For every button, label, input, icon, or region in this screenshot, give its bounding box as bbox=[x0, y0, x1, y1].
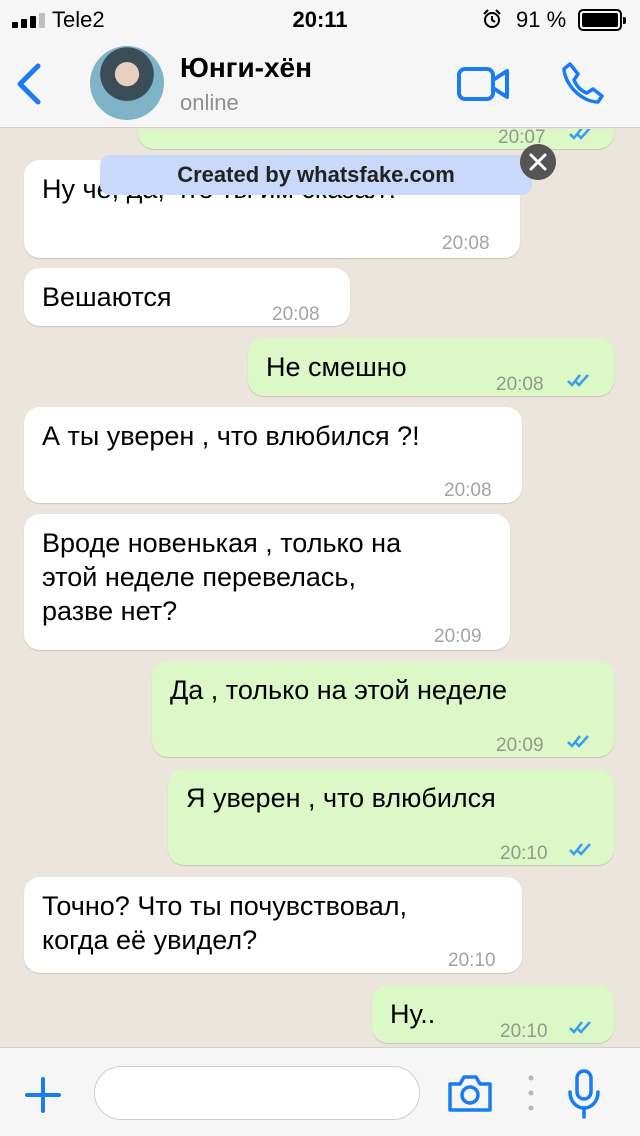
contact-avatar[interactable] bbox=[90, 46, 164, 120]
message-bubble-outgoing[interactable]: Ну.. 20:10 bbox=[372, 985, 614, 1043]
message-bubble-incoming[interactable]: А ты уверен , что влюбился ?! 20:08 bbox=[24, 407, 522, 503]
message-time: 20:10 bbox=[448, 950, 496, 971]
more-dots-icon bbox=[528, 1075, 534, 1111]
alarm-icon bbox=[483, 9, 501, 28]
message-input-bar bbox=[0, 1047, 640, 1136]
message-text: Я уверен , что влюбился bbox=[186, 783, 496, 813]
message-time: 20:10 bbox=[500, 843, 548, 864]
message-time: 20:08 bbox=[496, 374, 544, 395]
message-text: Точно? Что ты почувствовал, когда её уви… bbox=[42, 891, 408, 955]
message-time: 20:10 bbox=[500, 1021, 548, 1042]
microphone-icon[interactable] bbox=[566, 1068, 602, 1120]
message-input[interactable] bbox=[94, 1066, 420, 1120]
status-bar: Tele2 20:11 91 % bbox=[0, 0, 640, 40]
chat-messages[interactable]: 20:07 Ну че, да, что ты им сказал? 20:08… bbox=[0, 129, 640, 1047]
close-icon[interactable] bbox=[520, 144, 556, 180]
message-bubble-outgoing[interactable]: Не смешно 20:08 bbox=[248, 338, 614, 396]
message-text: Да , только на этой неделе bbox=[170, 675, 507, 705]
message-bubble-outgoing[interactable]: Я уверен , что влюбился 20:10 bbox=[168, 769, 614, 865]
message-text: Вроде новенькая , только на этой неделе … bbox=[42, 528, 402, 626]
message-text: Вешаются bbox=[42, 282, 172, 312]
message-time: 20:09 bbox=[496, 735, 544, 756]
back-icon[interactable] bbox=[14, 62, 44, 106]
read-ticks-icon bbox=[569, 1021, 591, 1034]
read-ticks-icon bbox=[569, 843, 591, 856]
message-text: А ты уверен , что влюбился ?! bbox=[42, 421, 420, 451]
read-ticks-icon bbox=[567, 735, 589, 748]
message-time: 20:08 bbox=[442, 233, 490, 254]
message-bubble-incoming[interactable]: Вроде новенькая , только на этой неделе … bbox=[24, 514, 510, 650]
watermark-banner: Created by whatsfake.com bbox=[100, 155, 532, 195]
message-bubble-incoming[interactable]: Вешаются 20:08 bbox=[24, 268, 350, 326]
read-ticks-icon bbox=[569, 129, 591, 140]
message-time: 20:08 bbox=[444, 480, 492, 501]
contact-name[interactable]: Юнги-хён bbox=[180, 52, 312, 84]
read-ticks-icon bbox=[567, 374, 589, 387]
message-bubble-outgoing[interactable]: Да , только на этой неделе 20:09 bbox=[152, 661, 614, 757]
message-time: 20:09 bbox=[434, 626, 482, 647]
chat-header: Юнги-хён online bbox=[0, 40, 640, 128]
battery-icon bbox=[578, 9, 626, 31]
phone-icon[interactable] bbox=[560, 60, 606, 106]
contact-status: online bbox=[180, 90, 239, 115]
message-text: Ну.. bbox=[390, 999, 436, 1029]
message-bubble-incoming[interactable]: Точно? Что ты почувствовал, когда её уви… bbox=[24, 877, 522, 973]
battery-percent: 91 % bbox=[516, 7, 567, 32]
video-call-icon[interactable] bbox=[456, 66, 510, 102]
plus-icon[interactable] bbox=[24, 1076, 62, 1114]
message-text: Не смешно bbox=[266, 352, 407, 382]
message-time: 20:08 bbox=[272, 304, 320, 325]
camera-icon[interactable] bbox=[446, 1072, 494, 1114]
